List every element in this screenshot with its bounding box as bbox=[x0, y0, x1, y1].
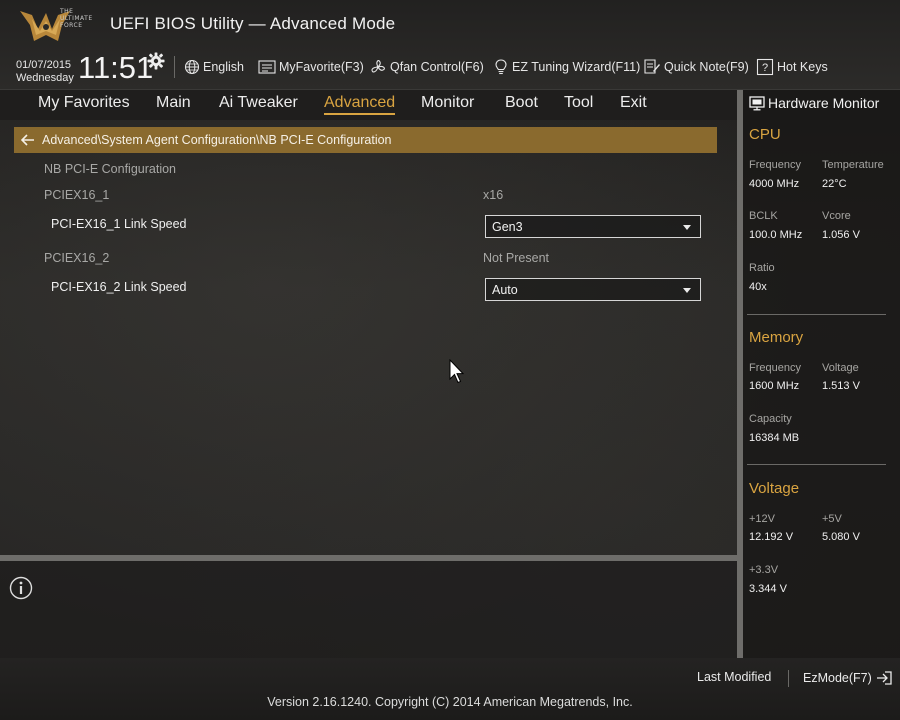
v12-value: 12.192 V bbox=[749, 531, 794, 543]
hot-keys-label: Hot Keys bbox=[777, 60, 828, 74]
fan-icon bbox=[371, 60, 385, 73]
memory-section-title: Memory bbox=[749, 329, 804, 346]
memory-frequency-label: Frequency bbox=[749, 362, 801, 374]
language-button[interactable]: English bbox=[184, 57, 244, 77]
tab-main[interactable]: Main bbox=[156, 94, 191, 112]
pciex16-1-link-speed-dropdown[interactable]: Gen3 bbox=[485, 215, 701, 238]
info-icon[interactable] bbox=[9, 576, 33, 600]
logo-text-line: ULTIMATE bbox=[60, 15, 93, 22]
ratio-value: 40x bbox=[749, 281, 767, 293]
gear-icon[interactable] bbox=[147, 52, 165, 70]
pciex16-2-label: PCIEX16_2 bbox=[44, 251, 110, 265]
pciex16-2-link-speed-dropdown[interactable]: Auto bbox=[485, 278, 701, 301]
qfan-control-label: Qfan Control(F6) bbox=[390, 60, 484, 74]
vcore-value: 1.056 V bbox=[822, 229, 860, 241]
v5-label: +5V bbox=[822, 513, 842, 525]
pciex16-2-value: Not Present bbox=[483, 251, 550, 265]
v33-value: 3.344 V bbox=[749, 583, 787, 595]
ezmode-label: EzMode(F7) bbox=[803, 671, 872, 685]
tab-boot[interactable]: Boot bbox=[505, 94, 538, 112]
language-label: English bbox=[203, 60, 244, 74]
note-icon bbox=[644, 59, 660, 74]
memory-capacity-value: 16384 MB bbox=[749, 432, 800, 444]
pciex16-2-link-speed-label: PCI-EX16_2 Link Speed bbox=[51, 280, 187, 294]
monitor-icon bbox=[749, 95, 765, 110]
breadcrumb[interactable]: Advanced\System Agent Configuration\NB P… bbox=[14, 127, 717, 153]
globe-icon bbox=[184, 59, 200, 75]
help-panel bbox=[0, 561, 737, 658]
bulb-icon bbox=[495, 59, 507, 75]
myfavorite-button[interactable]: MyFavorite(F3) bbox=[258, 57, 364, 77]
hardware-monitor-header: Hardware Monitor bbox=[749, 92, 879, 114]
cpu-frequency-label: Frequency bbox=[749, 159, 801, 171]
memory-capacity-label: Capacity bbox=[749, 413, 792, 425]
tab-my-favorites[interactable]: My Favorites bbox=[38, 94, 130, 112]
exit-arrow-icon bbox=[876, 671, 892, 685]
pciex16-1-value: x16 bbox=[483, 188, 504, 202]
chevron-down-icon bbox=[683, 225, 691, 230]
memory-voltage-label: Voltage bbox=[822, 362, 859, 374]
favorite-list-icon bbox=[258, 60, 276, 74]
logo-text: THE ULTIMATE FORCE bbox=[60, 8, 100, 29]
vcore-label: Vcore bbox=[822, 210, 851, 222]
svg-text:?: ? bbox=[762, 62, 768, 74]
bclk-value: 100.0 MHz bbox=[749, 229, 803, 241]
voltage-section-title: Voltage bbox=[749, 480, 800, 497]
logo-text-line: THE bbox=[60, 8, 74, 15]
clock-time: 11:51 bbox=[78, 50, 154, 85]
tab-advanced[interactable]: Advanced bbox=[324, 94, 396, 115]
last-modified-button[interactable]: Last Modified bbox=[697, 670, 771, 684]
footer-divider bbox=[788, 670, 789, 687]
main-menu-bar: My Favorites Main Ai Tweaker Advanced Mo… bbox=[0, 90, 737, 120]
breadcrumb-path: Advanced\System Agent Configuration\NB P… bbox=[42, 133, 392, 147]
back-arrow-icon[interactable] bbox=[14, 134, 42, 146]
cpu-temperature-label: Temperature bbox=[822, 159, 884, 171]
app-title: UEFI BIOS Utility — Advanced Mode bbox=[110, 14, 396, 33]
dropdown-value: Auto bbox=[492, 282, 518, 297]
hw-divider bbox=[747, 314, 886, 315]
tab-tool[interactable]: Tool bbox=[564, 94, 593, 112]
qfan-control-button[interactable]: Qfan Control(F6) bbox=[369, 57, 484, 77]
logo-text-line: FORCE bbox=[60, 22, 83, 29]
mouse-pointer-icon bbox=[449, 359, 465, 384]
cpu-frequency-value: 4000 MHz bbox=[749, 178, 800, 190]
header-divider bbox=[174, 56, 175, 78]
footer-bar bbox=[0, 658, 900, 720]
ezmode-button[interactable]: EzMode(F7) bbox=[803, 670, 893, 686]
v12-label: +12V bbox=[749, 513, 775, 525]
weekday-text: Wednesday bbox=[16, 72, 74, 84]
settings-content: NB PCI-E Configuration PCIEX16_1 x16 PCI… bbox=[0, 153, 737, 553]
ez-tuning-wizard-label: EZ Tuning Wizard(F11) bbox=[512, 60, 641, 74]
date-block: 01/07/2015 Wednesday bbox=[16, 59, 74, 85]
hw-divider bbox=[747, 464, 886, 465]
memory-frequency-value: 1600 MHz bbox=[749, 380, 800, 392]
pciex16-1-label: PCIEX16_1 bbox=[44, 188, 110, 202]
memory-voltage-value: 1.513 V bbox=[822, 380, 860, 392]
cpu-section-title: CPU bbox=[749, 126, 781, 143]
question-icon: ? bbox=[756, 58, 774, 76]
ratio-label: Ratio bbox=[749, 262, 775, 274]
ez-tuning-wizard-button[interactable]: EZ Tuning Wizard(F11) bbox=[493, 57, 640, 77]
hot-keys-button[interactable]: ? Hot Keys bbox=[756, 57, 828, 77]
top-header: THE ULTIMATE FORCE UEFI BIOS Utility — A… bbox=[0, 0, 900, 90]
v5-value: 5.080 V bbox=[822, 531, 860, 543]
section-title: NB PCI-E Configuration bbox=[44, 162, 177, 176]
quick-note-label: Quick Note(F9) bbox=[664, 60, 749, 74]
version-copyright: Version 2.16.1240. Copyright (C) 2014 Am… bbox=[267, 695, 633, 709]
myfavorite-label: MyFavorite(F3) bbox=[279, 60, 364, 74]
cpu-temperature-value: 22°C bbox=[822, 178, 847, 190]
tab-exit[interactable]: Exit bbox=[620, 94, 647, 112]
pciex16-1-link-speed-label: PCI-EX16_1 Link Speed bbox=[51, 217, 187, 231]
tab-ai-tweaker[interactable]: Ai Tweaker bbox=[219, 94, 298, 112]
date-text: 01/07/2015 bbox=[16, 59, 72, 71]
quick-note-button[interactable]: Quick Note(F9) bbox=[643, 57, 749, 77]
chevron-down-icon bbox=[683, 288, 691, 293]
hardware-monitor-title: Hardware Monitor bbox=[768, 95, 880, 111]
dropdown-value: Gen3 bbox=[492, 219, 523, 234]
bclk-label: BCLK bbox=[749, 210, 778, 222]
v33-label: +3.3V bbox=[749, 564, 779, 576]
tab-monitor[interactable]: Monitor bbox=[421, 94, 474, 112]
